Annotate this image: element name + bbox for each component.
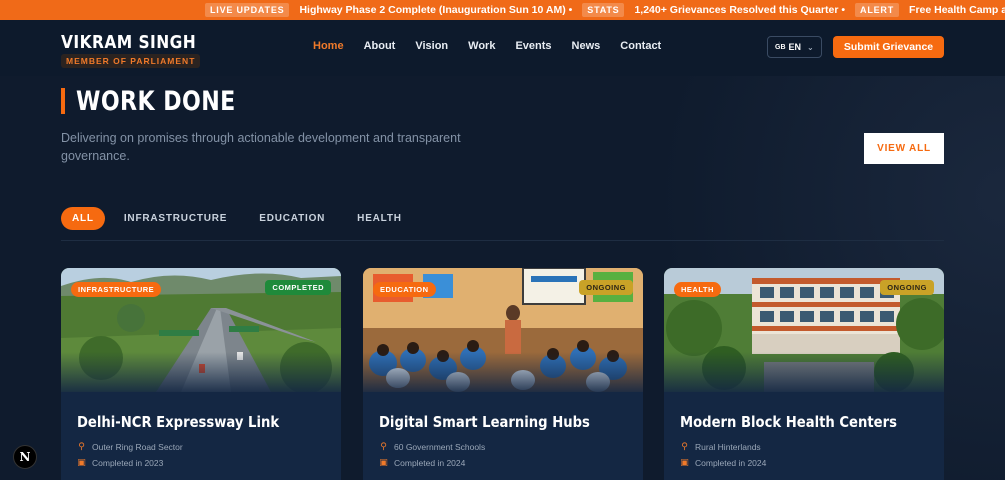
nav-about[interactable]: About xyxy=(364,40,396,52)
nav-news[interactable]: News xyxy=(572,40,601,52)
card-title[interactable]: Digital Smart Learning Hubs xyxy=(379,413,590,431)
filter-all[interactable]: ALL xyxy=(61,207,105,230)
filter-infrastructure[interactable]: INFRASTRUCTURE xyxy=(124,213,227,224)
section-accent-bar xyxy=(61,88,65,114)
nav-home[interactable]: Home xyxy=(313,40,344,52)
brand-name[interactable]: VIKRAM SINGH xyxy=(61,32,196,53)
card-location: ⚲ Outer Ring Road Sector xyxy=(77,441,183,452)
card-date: ▣ Completed in 2023 xyxy=(77,457,163,468)
calendar-icon: ▣ xyxy=(680,457,689,467)
section-title: WORK DONE xyxy=(76,86,236,117)
submit-grievance-button[interactable]: Submit Grievance xyxy=(833,36,944,58)
date-text: Completed in 2024 xyxy=(695,457,767,468)
site-header: VIKRAM SINGH MEMBER OF PARLIAMENT Home A… xyxy=(0,20,1005,76)
nextjs-dev-icon[interactable]: N xyxy=(13,445,37,469)
ticker-tag-alert: ALERT xyxy=(855,3,900,17)
location-text: Outer Ring Road Sector xyxy=(92,441,183,452)
map-pin-icon: ⚲ xyxy=(78,441,85,451)
calendar-icon: ▣ xyxy=(379,457,388,467)
divider xyxy=(61,240,944,241)
language-selector[interactable]: GB EN ⌄ xyxy=(767,36,822,58)
filter-health[interactable]: HEALTH xyxy=(357,213,402,224)
ticker-tag-live: LIVE UPDATES xyxy=(205,3,290,17)
filter-education[interactable]: EDUCATION xyxy=(259,213,325,224)
nav-work[interactable]: Work xyxy=(468,40,495,52)
location-text: 60 Government Schools xyxy=(394,441,486,452)
project-card[interactable]: EDUCATION ONGOING Digital Smart Learning… xyxy=(363,268,643,480)
image-fade xyxy=(61,352,341,396)
flag-icon: GB xyxy=(775,43,786,51)
card-location: ⚲ 60 Government Schools xyxy=(379,441,485,452)
location-text: Rural Hinterlands xyxy=(695,441,761,452)
map-pin-icon: ⚲ xyxy=(380,441,387,451)
card-title[interactable]: Delhi-NCR Expressway Link xyxy=(77,413,279,431)
section-subtitle: Delivering on promises through actionabl… xyxy=(61,131,461,163)
view-all-button[interactable]: VIEW ALL xyxy=(864,133,944,164)
card-date: ▣ Completed in 2024 xyxy=(680,457,766,468)
image-fade xyxy=(363,352,643,396)
ticker-message[interactable]: Free Health Camp at North Block Hq xyxy=(909,4,1005,16)
main-nav: Home About Vision Work Events News Conta… xyxy=(313,40,681,52)
card-location: ⚲ Rural Hinterlands xyxy=(680,441,761,452)
card-title[interactable]: Modern Block Health Centers xyxy=(680,413,897,431)
date-text: Completed in 2023 xyxy=(92,457,164,468)
category-badge: INFRASTRUCTURE xyxy=(71,282,162,297)
card-date: ▣ Completed in 2024 xyxy=(379,457,465,468)
status-badge: COMPLETED xyxy=(265,280,331,295)
image-fade xyxy=(664,352,944,396)
language-code: EN xyxy=(788,42,802,52)
ticker-tag-stats: STATS xyxy=(582,3,625,17)
news-ticker: LIVE UPDATES Highway Phase 2 Complete (I… xyxy=(0,0,1005,20)
status-badge: ONGOING xyxy=(579,280,633,295)
brand-badge: MEMBER OF PARLIAMENT xyxy=(61,54,201,68)
project-card[interactable]: INFRASTRUCTURE COMPLETED Delhi-NCR Expre… xyxy=(61,268,341,480)
date-text: Completed in 2024 xyxy=(394,457,466,468)
filter-tabs: ALL INFRASTRUCTURE EDUCATION HEALTH xyxy=(61,207,434,230)
status-badge: ONGOING xyxy=(880,280,934,295)
map-pin-icon: ⚲ xyxy=(681,441,688,451)
ticker-message[interactable]: 1,240+ Grievances Resolved this Quarter … xyxy=(634,4,845,16)
project-card[interactable]: HEALTH ONGOING Modern Block Health Cente… xyxy=(664,268,944,480)
nav-events[interactable]: Events xyxy=(515,40,551,52)
category-badge: HEALTH xyxy=(674,282,721,297)
nav-contact[interactable]: Contact xyxy=(620,40,661,52)
chevron-down-icon: ⌄ xyxy=(807,42,814,52)
ticker-message[interactable]: Highway Phase 2 Complete (Inauguration S… xyxy=(299,4,572,16)
nav-vision[interactable]: Vision xyxy=(415,40,448,52)
category-badge: EDUCATION xyxy=(373,282,436,297)
calendar-icon: ▣ xyxy=(77,457,86,467)
